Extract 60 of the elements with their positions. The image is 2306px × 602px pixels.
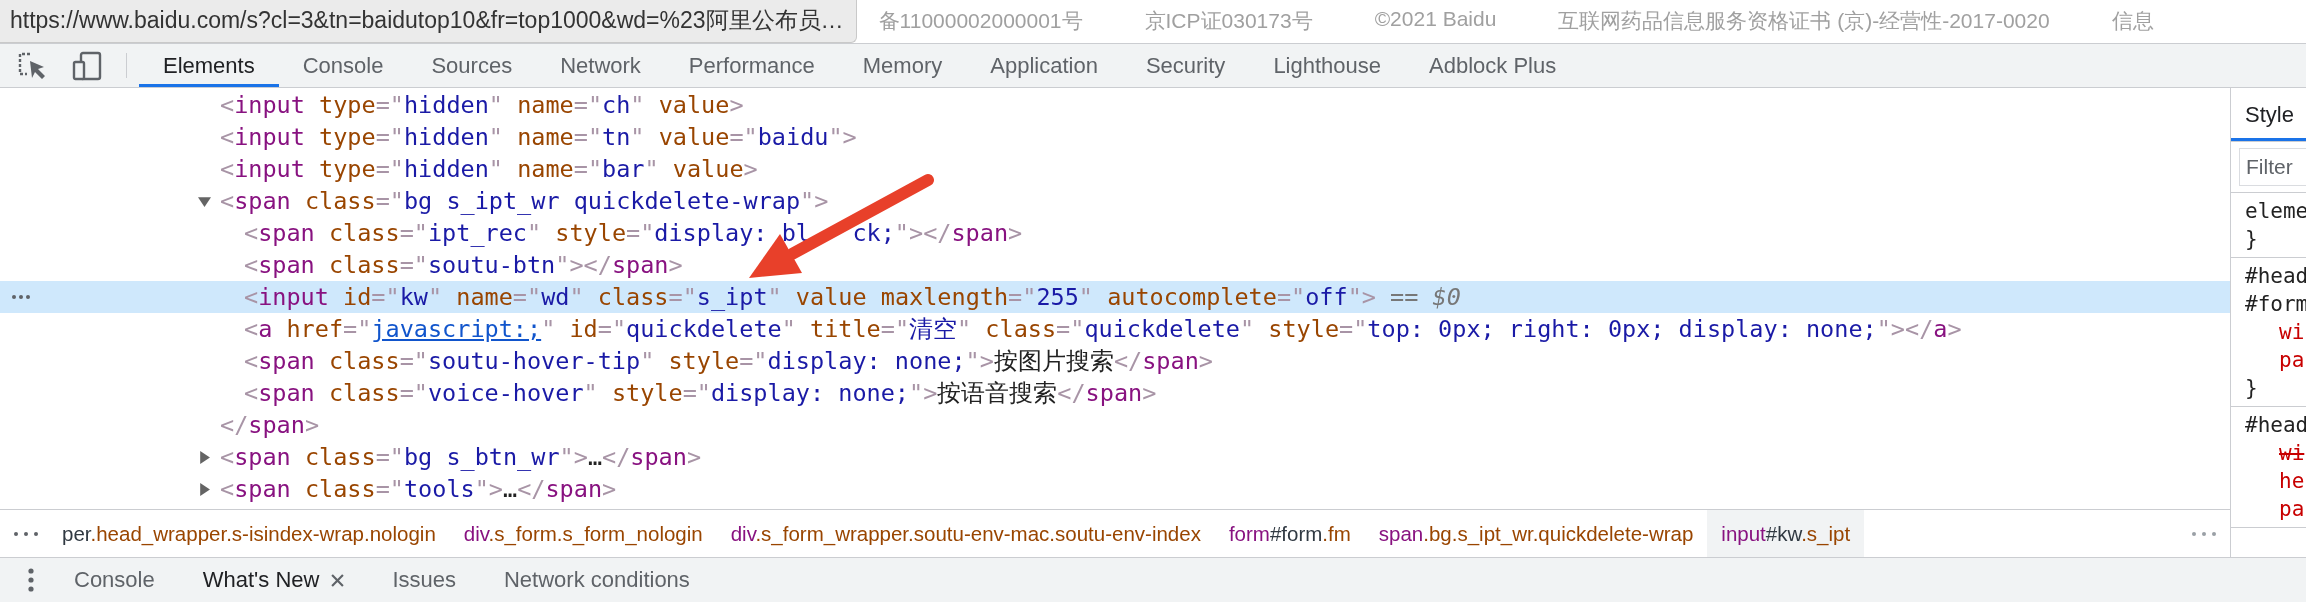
panel-tab[interactable]: Sources: [407, 44, 537, 87]
panel-tab[interactable]: Network: [536, 44, 665, 87]
code-line: <span class="tools">…</span>: [220, 475, 617, 503]
code-line: <input id="kw" name="wd" class="s_ipt" value maxlength="255" autocomplete="off"> == $0: [244, 283, 1461, 311]
footer-text: 备11000002000001号: [878, 8, 1083, 34]
drawer-tab[interactable]: Issues: [368, 558, 480, 602]
more-icon[interactable]: [2192, 531, 2216, 536]
css-selector: #head: [2245, 413, 2306, 437]
breadcrumb[interactable]: span.bg.s_ipt_wr.quickdelete-wrap: [1364, 510, 1708, 557]
closing-brace: }: [2245, 376, 2258, 400]
inspect-icon[interactable]: [18, 51, 48, 80]
device-icon[interactable]: [72, 50, 102, 81]
caret-icon[interactable]: [198, 482, 211, 496]
panel-tab[interactable]: Style: [2231, 88, 2306, 141]
code-line: <span class="bg s_ipt_wr quickdelete-wrap">: [220, 187, 829, 215]
breadcrumb[interactable]: form#form.fm: [1214, 510, 1365, 557]
panel-tab[interactable]: Security: [1121, 44, 1250, 87]
breadcrumb[interactable]: div.s_form_wrapper.soutu-env-mac.soutu-env-index: [716, 510, 1215, 557]
code-line: <a href="javascript:;" id="quickdelete" title="清空" class="quickdelete" style="top: 0px; right: 0px; display: none;"></a>: [244, 314, 1962, 345]
filter-field[interactable]: Filter: [2239, 148, 2306, 186]
panel-tab[interactable]: Lighthouse: [1249, 44, 1406, 87]
code-line: <input type="hidden" name="ch" value>: [220, 91, 744, 119]
breadcrumb[interactable]: div.s_form.s_form_nologin: [449, 510, 717, 557]
drawer-tab[interactable]: What's New: [178, 558, 369, 602]
panel-tab[interactable]: Console: [278, 44, 408, 87]
closing-brace: }: [2245, 227, 2258, 251]
panel-tab[interactable]: Application: [966, 44, 1122, 87]
panel-tab[interactable]: Memory: [838, 44, 967, 87]
footer-text: 互联网药品信息服务资格证书 (京)-经营性-2017-0020: [1558, 8, 2050, 34]
code-line: <span class="voice-hover" style="display: none;">按语音搜索</span>: [244, 378, 1157, 409]
css-property: wi: [2279, 441, 2305, 465]
code-line: <span class="soutu-hover-tip" style="display: none;">按图片搜索</span>: [244, 346, 1213, 377]
caret-icon[interactable]: [198, 194, 211, 208]
css-property: wi: [2279, 320, 2305, 344]
code-line: <span class="soutu-btn"></span>: [244, 251, 683, 279]
code-line: <span class="bg s_btn_wr">…</span>: [220, 443, 702, 471]
breadcrumb[interactable]: per.head_wrapper.s-isindex-wrap.nologin: [48, 510, 450, 557]
css-property: pa: [2279, 348, 2305, 372]
more-icon[interactable]: [12, 295, 30, 299]
breadcrumb[interactable]: input#kw.s_ipt: [1707, 510, 1865, 557]
panel-tab[interactable]: Adblock Plus: [1405, 44, 1581, 87]
code-line: <input type="hidden" name="tn" value="baidu">: [220, 123, 857, 151]
url-tooltip: https://www.baidu.com/s?cl=3&tn=baidutop10&fr=top1000&wd=%23阿里公布员…: [0, 0, 857, 43]
code-line: <input type="hidden" name="bar" value>: [220, 155, 758, 183]
more-icon[interactable]: [14, 531, 38, 536]
css-property: pa: [2279, 497, 2305, 521]
code-line: <span class="ipt_rec" style="display: bl ck;"></span>: [244, 219, 1023, 247]
code-line: </span>: [220, 411, 320, 439]
panel-tab[interactable]: Elements: [139, 44, 279, 87]
drawer-tab[interactable]: Network conditions: [480, 558, 714, 602]
footer-text: ©2021 Baidu: [1374, 7, 1497, 32]
footer-text: 京ICP证030173号: [1144, 8, 1313, 34]
footer-text: 信息: [2111, 8, 2154, 34]
close-icon[interactable]: [331, 573, 345, 587]
panel-tab[interactable]: Performance: [664, 44, 839, 87]
drawer-tab[interactable]: Console: [50, 558, 179, 602]
css-property: he: [2279, 469, 2305, 493]
caret-icon[interactable]: [198, 450, 211, 464]
menu-icon[interactable]: [28, 568, 34, 592]
css-selector: #head: [2245, 264, 2306, 288]
